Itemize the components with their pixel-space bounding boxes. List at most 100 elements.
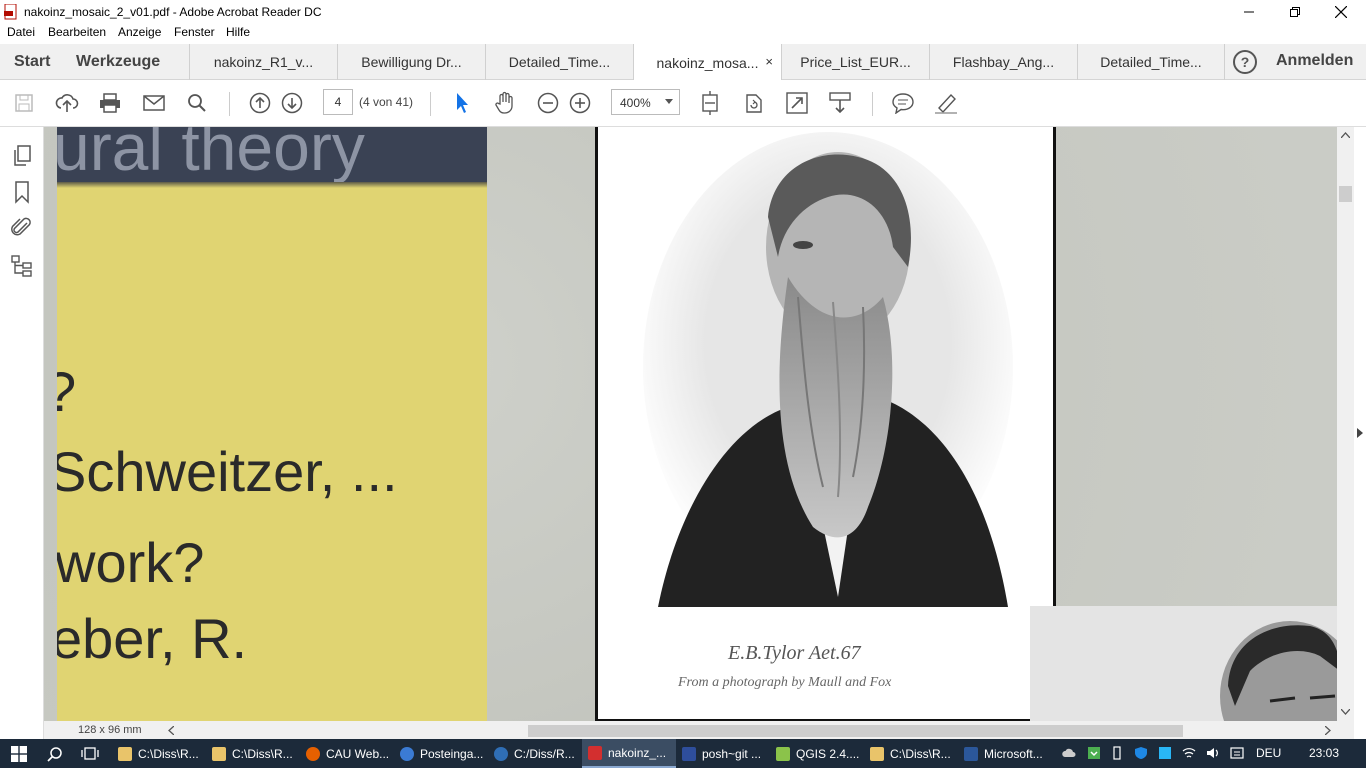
taskbar-item-label: posh~git ... [702, 746, 762, 761]
word-icon [964, 746, 978, 761]
tab-document-active[interactable]: nakoinz_mosa... × [633, 44, 781, 81]
zoom-value: 400% [620, 96, 651, 110]
taskbar-item[interactable]: C:\Diss\R... [206, 739, 300, 768]
portrait-credit: From a photograph by Maull and Fox [678, 675, 892, 690]
slide-line: ? [57, 359, 76, 424]
zoom-select[interactable]: 400% [611, 89, 680, 115]
folder-icon [870, 746, 884, 761]
tab-close-icon[interactable]: × [765, 54, 773, 69]
upload-icon[interactable] [55, 91, 79, 115]
taskbar-item[interactable]: C:\Diss\R... [864, 739, 958, 768]
usb-icon[interactable] [1110, 746, 1124, 760]
taskbar-item[interactable]: C:/Diss/R... [488, 739, 582, 768]
separator [430, 92, 431, 116]
email-icon[interactable] [142, 91, 166, 115]
menu-anzeige[interactable]: Anzeige [118, 25, 161, 39]
action-center-icon[interactable] [1230, 746, 1244, 760]
page-count: (4 von 41) [359, 95, 414, 109]
tab-document[interactable]: Price_List_EUR... [781, 44, 929, 80]
pages-icon[interactable] [10, 144, 34, 168]
taskbar-item-label: C:/Diss/R... [514, 746, 575, 761]
mail-client-icon [400, 746, 414, 761]
taskbar-item[interactable]: Posteinga... [394, 739, 488, 768]
vertical-scroll-thumb[interactable] [1339, 186, 1352, 202]
prev-page-icon[interactable] [248, 91, 272, 115]
horizontal-scroll-thumb[interactable] [528, 725, 1183, 737]
slide-heading: ural theory [57, 127, 365, 184]
scroll-right-icon[interactable] [1325, 726, 1331, 735]
login-button[interactable]: Anmelden [1276, 52, 1353, 70]
tab-document[interactable]: nakoinz_R1_v... [189, 44, 337, 80]
help-button[interactable]: ? [1233, 50, 1257, 74]
cloud-icon[interactable] [1062, 746, 1076, 760]
page-number-input[interactable]: 4 [323, 89, 353, 115]
menu-datei[interactable]: Datei [7, 25, 35, 39]
document-viewport[interactable]: ural theory ? Schweitzer, ... work? eber… [44, 127, 1337, 721]
menu-fenster[interactable]: Fenster [174, 25, 215, 39]
taskbar-item[interactable]: Microsoft... [958, 739, 1052, 768]
highlight-icon[interactable] [934, 91, 958, 115]
taskbar-item-active[interactable]: nakoinz_... [582, 739, 676, 768]
portrait-photo-fragment [1220, 621, 1337, 721]
taskbar-item[interactable]: QGIS 2.4.... [770, 739, 864, 768]
taskbar-item[interactable]: CAU Web... [300, 739, 394, 768]
tab-bar: Start Werkzeuge nakoinz_R1_v... Bewillig… [0, 44, 1366, 81]
scroll-up-icon[interactable] [1341, 132, 1350, 138]
structure-icon[interactable] [10, 254, 34, 278]
security-icon[interactable] [1134, 746, 1148, 760]
separator [229, 92, 230, 116]
network-app-icon[interactable] [1158, 746, 1172, 760]
qgis-icon [776, 746, 790, 761]
taskbar-item[interactable]: C:\Diss\R... [112, 739, 206, 768]
input-language[interactable]: DEU [1256, 746, 1281, 760]
system-clock[interactable]: 23:03 [1309, 746, 1339, 760]
comment-icon[interactable] [891, 91, 915, 115]
restore-button[interactable] [1272, 0, 1318, 24]
print-icon[interactable] [98, 91, 122, 115]
nav-start[interactable]: Start [14, 44, 50, 80]
select-arrow-icon[interactable] [450, 91, 474, 115]
vertical-scrollbar[interactable] [1337, 127, 1354, 721]
page-dimensions: 128 x 96 mm [78, 724, 142, 736]
slide-header: ural theory [57, 127, 487, 184]
next-page-icon[interactable] [280, 91, 304, 115]
slide-line: Schweitzer, ... [57, 440, 398, 503]
scroll-mode-icon[interactable] [828, 91, 852, 115]
tab-document[interactable]: Flashbay_Ang... [929, 44, 1077, 80]
tab-document[interactable]: Detailed_Time... [1077, 44, 1225, 80]
taskbar-item[interactable]: posh~git ... [676, 739, 770, 768]
bookmark-icon[interactable] [10, 180, 34, 204]
attachment-icon[interactable] [10, 216, 34, 240]
download-icon[interactable] [1087, 746, 1101, 760]
save-icon[interactable] [12, 91, 36, 115]
scroll-left-icon[interactable] [168, 726, 174, 735]
task-view-icon[interactable] [81, 746, 99, 761]
windows-start-icon[interactable] [11, 746, 27, 762]
fit-page-icon[interactable] [698, 91, 722, 115]
folder-icon [212, 746, 226, 761]
taskbar-search-icon[interactable] [47, 746, 63, 762]
volume-icon[interactable] [1206, 746, 1220, 760]
collapse-right-icon[interactable] [1357, 428, 1363, 438]
rotate-icon[interactable] [742, 91, 766, 115]
wifi-icon[interactable] [1182, 746, 1196, 760]
acrobat-icon [4, 4, 17, 20]
tab-label: Bewilligung Dr... [361, 54, 462, 70]
search-icon[interactable] [185, 91, 209, 115]
slide-line: eber, R. [57, 607, 248, 670]
portrait-caption: E.B.Tylor Aet.67 [728, 642, 861, 664]
menu-bearbeiten[interactable]: Bearbeiten [48, 25, 106, 39]
tab-document[interactable]: Detailed_Time... [485, 44, 633, 80]
zoom-in-icon[interactable] [568, 91, 592, 115]
menu-hilfe[interactable]: Hilfe [226, 25, 250, 39]
close-button[interactable] [1318, 0, 1364, 24]
taskbar-item-label: Posteinga... [420, 746, 484, 761]
hand-icon[interactable] [493, 91, 517, 115]
zoom-out-icon[interactable] [536, 91, 560, 115]
minimize-button[interactable] [1226, 0, 1272, 24]
nav-tools[interactable]: Werkzeuge [76, 44, 160, 80]
tab-document[interactable]: Bewilligung Dr... [337, 44, 485, 80]
scroll-down-icon[interactable] [1341, 709, 1350, 715]
fullscreen-icon[interactable] [785, 91, 809, 115]
chevron-down-icon[interactable] [665, 99, 673, 104]
